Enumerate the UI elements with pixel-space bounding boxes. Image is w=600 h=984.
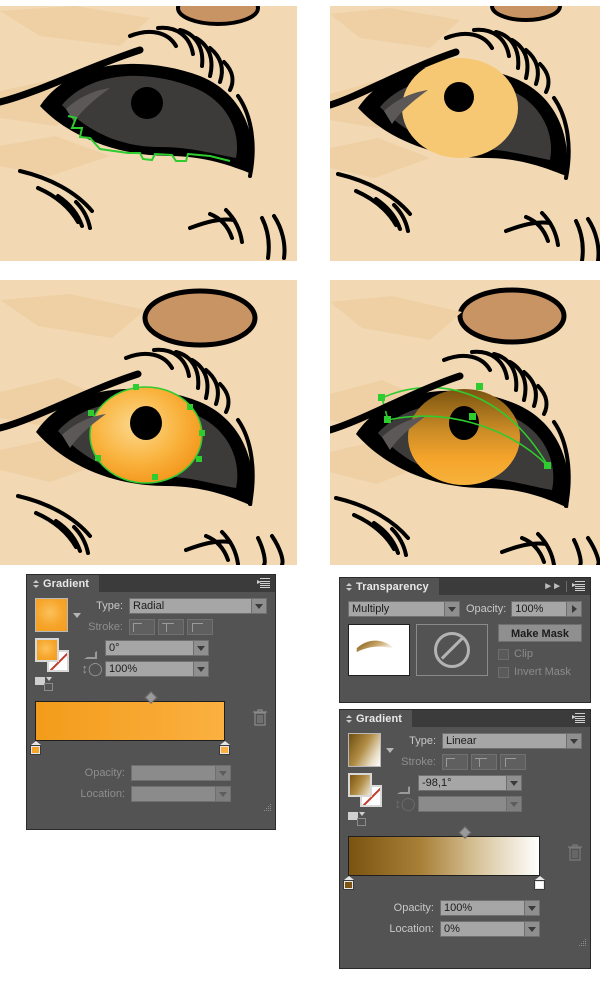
invert-mask-checkbox[interactable] [498,666,509,678]
gradient-panel-left-header[interactable]: Gradient [27,575,275,592]
panel-menu-icon[interactable] [572,713,585,724]
location-dropdown-icon[interactable] [215,786,231,802]
fill-swatch[interactable] [348,773,372,797]
gradient-fill-type-icon[interactable] [35,677,61,691]
make-mask-button[interactable]: Make Mask [498,624,582,642]
header-divider [566,581,567,592]
gradient-panel-right[interactable]: Gradient Type: Linear Stroke: -98,1° ↕◯ … [340,710,590,968]
gradient-angle-value[interactable]: 0° [105,640,193,656]
clip-label: Clip [514,648,533,660]
expand-arrows-icon[interactable]: ►► [543,581,562,592]
illustration-step-2 [330,6,600,261]
gradient-type-value[interactable]: Linear [442,733,566,749]
panel-menu-icon[interactable] [572,581,585,592]
invert-mask-label: Invert Mask [514,666,571,678]
opacity-dropdown-icon[interactable] [524,900,540,916]
gradient-slider[interactable] [30,691,267,755]
location-dropdown-icon[interactable] [524,921,540,937]
location-label: Location: [389,923,434,935]
panel-collapse-icon[interactable] [345,714,353,724]
location-value[interactable]: 0% [440,921,524,937]
gradient-stop-end[interactable] [534,876,545,890]
angle-dropdown-icon[interactable] [506,775,522,791]
location-label: Location: [80,788,125,800]
panel-menu-icon[interactable] [257,578,270,589]
type-label: Type: [409,735,436,747]
illustration-step-4 [330,280,600,565]
blend-mode-value[interactable]: Multiply [348,601,444,617]
panel-collapse-icon[interactable] [345,582,353,592]
gradient-tab[interactable]: Gradient [27,575,100,592]
object-thumbnail[interactable] [348,624,410,676]
no-mask-icon [434,632,470,668]
clip-row[interactable]: Clip [498,648,582,660]
delete-stop-icon[interactable] [253,709,267,726]
panel-collapse-icon[interactable] [32,579,40,589]
gradient-type-dropdown-icon[interactable] [251,598,267,614]
transparency-tab[interactable]: Transparency [340,578,439,595]
location-value[interactable] [131,786,215,802]
stroke-across-button[interactable] [500,754,526,770]
stroke-label: Stroke: [401,756,436,768]
gradient-aspect-value[interactable]: 100% [105,661,193,677]
stroke-along-button[interactable] [471,754,497,770]
gradient-panel-left[interactable]: Gradient Type: Radial Stroke: 0° ↕◯ 100%… [27,575,275,829]
gradient-angle-value[interactable]: -98,1° [418,775,506,791]
gradient-stop-end[interactable] [219,741,230,755]
transparency-panel[interactable]: Transparency ►► Multiply Opacity: 100% M… [340,578,590,702]
stroke-label: Stroke: [88,621,123,633]
blend-mode-dropdown-icon[interactable] [443,601,460,617]
gradient-tab[interactable]: Gradient [340,710,413,727]
gradient-preset-chevron-icon[interactable] [73,612,81,618]
stroke-across-button[interactable] [187,619,213,635]
angle-dropdown-icon[interactable] [193,640,209,656]
illustration-step-1 [0,6,297,261]
angle-icon [394,775,416,794]
transparency-opacity-value[interactable]: 100% [511,601,566,617]
gradient-preset-chevron-icon[interactable] [386,747,394,753]
gradient-preview-swatch[interactable] [348,733,381,767]
aspect-ratio-icon: ↕◯ [81,661,103,676]
opacity-value[interactable]: 100% [440,900,524,916]
opacity-value[interactable] [131,765,215,781]
gradient-preview-swatch[interactable] [35,598,68,632]
gradient-type-dropdown-icon[interactable] [566,733,582,749]
opacity-label: Opacity: [84,767,125,779]
gradient-type-value[interactable]: Radial [129,598,251,614]
fill-stroke-indicator[interactable] [348,773,388,807]
aspect-ratio-icon: ↕◯ [394,796,416,811]
gradient-ramp[interactable] [348,836,540,876]
aspect-dropdown-icon[interactable] [506,796,522,812]
angle-icon [81,640,103,659]
gradient-fill-type-icon[interactable] [348,812,374,826]
invert-mask-row[interactable]: Invert Mask [498,666,582,678]
gradient-stop-start[interactable] [343,876,354,890]
panel-resize-grip[interactable] [578,938,587,947]
gradient-aspect-value[interactable] [418,796,506,812]
fill-swatch[interactable] [35,638,59,662]
gradient-panel-title: Gradient [43,577,90,590]
clip-checkbox[interactable] [498,648,509,660]
transparency-panel-header[interactable]: Transparency ►► [340,578,590,595]
fill-stroke-indicator[interactable] [35,638,75,672]
opacity-label: Opacity: [393,902,434,914]
gradient-stop-start[interactable] [30,741,41,755]
delete-stop-icon[interactable] [568,844,582,861]
gradient-panel-right-header[interactable]: Gradient [340,710,590,727]
panel-resize-grip[interactable] [263,803,272,812]
opacity-dropdown-icon[interactable] [215,765,231,781]
illustration-step-3 [0,280,297,565]
transparency-panel-title: Transparency [356,580,429,593]
stroke-within-button[interactable] [129,619,155,635]
gradient-slider[interactable] [343,826,582,890]
opacity-stepper-icon[interactable] [566,601,582,617]
transparency-opacity-label: Opacity: [465,603,507,615]
aspect-dropdown-icon[interactable] [193,661,209,677]
gradient-ramp[interactable] [35,701,225,741]
stroke-within-button[interactable] [442,754,468,770]
type-label: Type: [96,600,123,612]
mask-thumbnail-empty[interactable] [416,624,488,676]
gradient-panel-title: Gradient [356,712,403,725]
stroke-along-button[interactable] [158,619,184,635]
